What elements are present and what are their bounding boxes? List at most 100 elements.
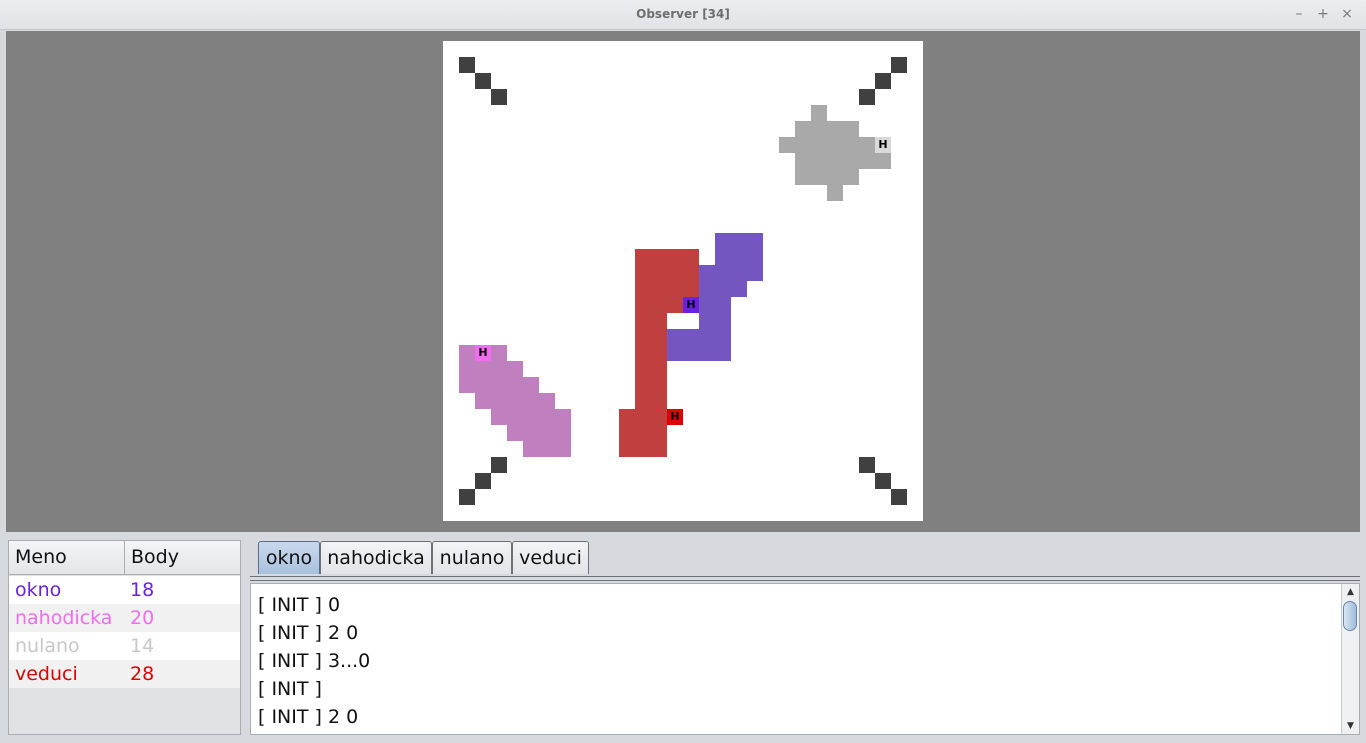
nulano-body-cell: [859, 137, 875, 153]
tab-nahodicka[interactable]: nahodicka: [320, 541, 432, 574]
obstacle-cell: [875, 73, 891, 89]
nahodicka-body-cell: [491, 409, 507, 425]
okno-body-cell: [715, 281, 731, 297]
veduci-body-cell: [635, 297, 651, 313]
veduci-body-cell: [683, 265, 699, 281]
nahodicka-body-cell: [459, 345, 475, 361]
okno-body-cell: [715, 233, 731, 249]
veduci-body-cell: [683, 249, 699, 265]
okno-body-cell: [747, 233, 763, 249]
veduci-body-cell: [651, 265, 667, 281]
veduci-body-cell: [651, 297, 667, 313]
maximize-icon[interactable]: +: [1314, 5, 1332, 23]
player-score: 14: [130, 635, 155, 657]
tab-divider: [250, 576, 1360, 581]
okno-body-cell: [715, 313, 731, 329]
veduci-body-cell: [619, 441, 635, 457]
veduci-body-cell: [635, 345, 651, 361]
obstacle-cell: [891, 57, 907, 73]
player-name: nahodicka: [15, 607, 113, 629]
nulano-body-cell: [811, 121, 827, 137]
nulano-body-cell: [795, 137, 811, 153]
nahodicka-body-cell: [491, 393, 507, 409]
tab-nulano[interactable]: nulano: [432, 541, 512, 574]
scroll-down-arrow-icon[interactable]: ▼: [1342, 719, 1359, 733]
score-row-veduci[interactable]: veduci 28: [9, 660, 240, 688]
obstacle-cell: [875, 473, 891, 489]
nahodicka-body-cell: [539, 441, 555, 457]
nulano-body-cell: [779, 137, 795, 153]
nulano-body-cell: [827, 137, 843, 153]
obstacle-cell: [891, 489, 907, 505]
nulano-body-cell: [843, 137, 859, 153]
column-header-score[interactable]: Body: [125, 541, 240, 574]
okno-body-cell: [683, 329, 699, 345]
nahodicka-body-cell: [523, 377, 539, 393]
game-arena: H H H H: [443, 41, 923, 521]
scrollbar-thumb[interactable]: [1343, 601, 1357, 631]
veduci-body-cell: [619, 425, 635, 441]
obstacle-cell: [491, 89, 507, 105]
nahodicka-body-cell: [491, 361, 507, 377]
nulano-body-cell: [827, 169, 843, 185]
nahodicka-body-cell: [523, 441, 539, 457]
veduci-body-cell: [651, 393, 667, 409]
veduci-body-cell: [667, 249, 683, 265]
nahodicka-body-cell: [475, 361, 491, 377]
vertical-scrollbar[interactable]: ▲ ▼: [1341, 584, 1359, 734]
nahodicka-body-cell: [555, 441, 571, 457]
veduci-body-cell: [619, 409, 635, 425]
player-score: 28: [130, 663, 155, 685]
tab-okno[interactable]: okno: [258, 541, 320, 574]
veduci-body-cell: [635, 377, 651, 393]
nulano-body-cell: [811, 153, 827, 169]
veduci-body-cell: [651, 249, 667, 265]
score-row-nulano[interactable]: nulano 14: [9, 632, 240, 660]
nahodicka-head: H: [475, 345, 491, 361]
okno-body-cell: [715, 345, 731, 361]
nahodicka-body-cell: [555, 409, 571, 425]
nulano-body-cell: [811, 105, 827, 121]
obstacle-cell: [459, 489, 475, 505]
nulano-body-cell: [795, 121, 811, 137]
nahodicka-body-cell: [491, 377, 507, 393]
tab-veduci[interactable]: veduci: [512, 541, 589, 574]
score-row-nahodicka[interactable]: nahodicka 20: [9, 604, 240, 632]
okno-body-cell: [731, 233, 747, 249]
okno-body-cell: [715, 249, 731, 265]
nulano-body-cell: [875, 153, 891, 169]
nulano-body-cell: [795, 169, 811, 185]
nahodicka-body-cell: [507, 377, 523, 393]
nulano-head: H: [875, 137, 891, 153]
okno-body-cell: [731, 249, 747, 265]
score-row-okno[interactable]: okno 18: [9, 576, 240, 604]
obstacle-cell: [475, 73, 491, 89]
log-line: [ INIT ] 2 0: [258, 706, 359, 728]
okno-body-cell: [747, 249, 763, 265]
minimize-icon[interactable]: –: [1290, 5, 1308, 23]
nahodicka-body-cell: [507, 361, 523, 377]
scroll-up-arrow-icon[interactable]: ▲: [1342, 585, 1359, 599]
log-line: [ INIT ] 0: [258, 594, 341, 616]
nulano-body-cell: [843, 153, 859, 169]
nulano-body-cell: [859, 153, 875, 169]
nulano-body-cell: [843, 169, 859, 185]
player-name: veduci: [15, 663, 78, 685]
veduci-body-cell: [635, 281, 651, 297]
nulano-body-cell: [827, 185, 843, 201]
close-icon[interactable]: ×: [1338, 5, 1356, 23]
okno-body-cell: [715, 329, 731, 345]
log-panel[interactable]: [ INIT ] 0 [ INIT ] 2 0 [ INIT ] 3...0 […: [250, 583, 1360, 735]
column-header-name[interactable]: Meno: [9, 541, 125, 574]
title-bar: Observer [34] – + ×: [0, 0, 1366, 30]
obstacle-cell: [491, 457, 507, 473]
veduci-body-cell: [651, 329, 667, 345]
veduci-body-cell: [651, 409, 667, 425]
nulano-body-cell: [811, 169, 827, 185]
nahodicka-body-cell: [523, 409, 539, 425]
nahodicka-body-cell: [507, 425, 523, 441]
veduci-body-cell: [635, 361, 651, 377]
veduci-body-cell: [635, 441, 651, 457]
nahodicka-body-cell: [523, 425, 539, 441]
okno-body-cell: [699, 281, 715, 297]
